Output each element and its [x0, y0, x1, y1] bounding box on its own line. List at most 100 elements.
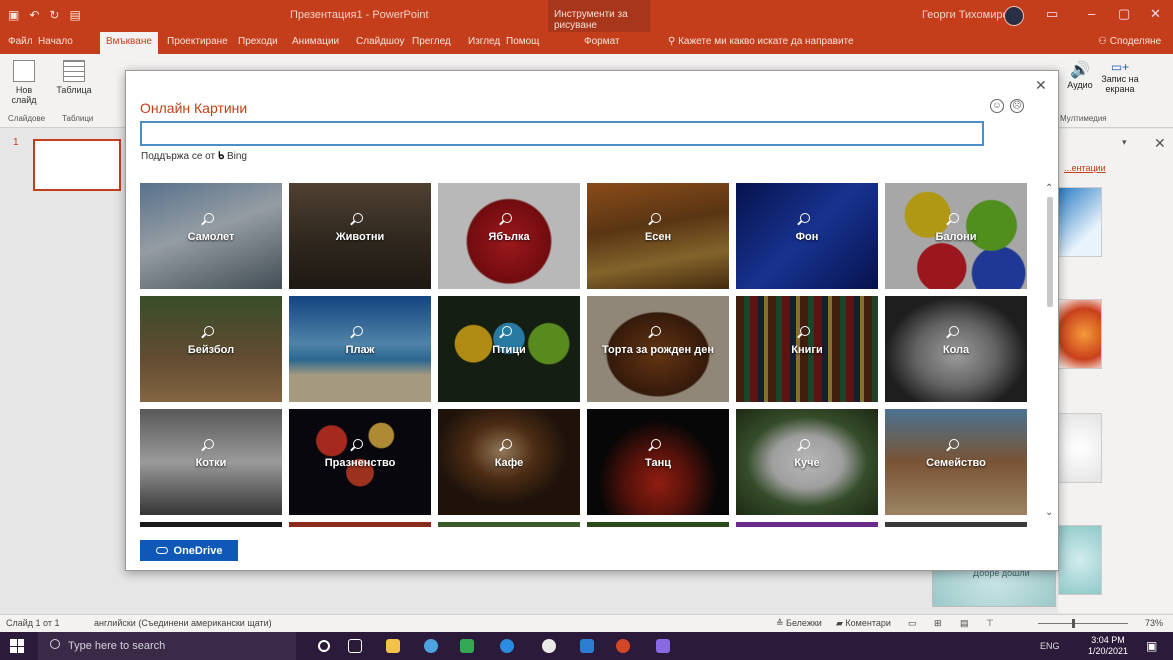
tile-label: Фон — [795, 231, 819, 243]
category-tile[interactable]: Птици — [438, 296, 580, 402]
category-tile[interactable]: Есен — [587, 183, 729, 289]
obs-icon[interactable] — [542, 639, 556, 653]
pane-close-icon[interactable]: ✕ — [1154, 135, 1166, 152]
design-idea-1[interactable] — [1058, 187, 1102, 257]
ribbon-display-options-icon[interactable]: ▭ — [1046, 6, 1058, 22]
close-icon[interactable]: ✕ — [1150, 6, 1161, 22]
design-idea-3[interactable] — [1058, 413, 1102, 483]
category-tile[interactable]: Котки — [140, 409, 282, 515]
zoom-level[interactable]: 73% — [1145, 618, 1163, 628]
category-tile[interactable]: Танц — [587, 409, 729, 515]
tab-home[interactable]: Начало — [38, 36, 73, 47]
start-from-beginning-icon[interactable]: ▤ — [69, 8, 80, 22]
undo-icon[interactable]: ↶ — [29, 8, 39, 22]
category-tile[interactable]: Кафе — [438, 409, 580, 515]
language-indicator[interactable]: английски (Съединени американски щати) — [94, 618, 272, 628]
tab-transitions[interactable]: Преходи — [238, 36, 278, 47]
category-tile-partial[interactable] — [587, 522, 729, 527]
zoom-slider-thumb[interactable] — [1072, 619, 1075, 628]
category-tile-partial[interactable] — [140, 522, 282, 527]
save-icon[interactable]: ▣ — [8, 8, 19, 22]
maximize-icon[interactable]: ▢ — [1118, 6, 1130, 22]
scroll-thumb[interactable] — [1047, 197, 1053, 307]
tab-view[interactable]: Изглед — [468, 36, 500, 47]
chevron-down-icon[interactable]: ▾ — [1122, 137, 1127, 148]
app-icon-green[interactable] — [460, 639, 474, 653]
tab-review[interactable]: Преглед — [412, 36, 451, 47]
reading-view-icon[interactable]: ▤ — [960, 618, 969, 629]
category-tile[interactable]: Кола — [885, 296, 1027, 402]
category-tile[interactable]: Животни — [289, 183, 431, 289]
app-icon-blue[interactable] — [500, 639, 514, 653]
category-tile-partial[interactable] — [885, 522, 1027, 527]
new-slide-button[interactable]: Нов слайд — [8, 58, 40, 105]
tile-label: Танц — [645, 457, 671, 469]
design-ideas-link[interactable]: ...ентации — [1064, 163, 1106, 173]
frown-feedback-icon[interactable]: ☹ — [1010, 99, 1024, 113]
file-explorer-icon[interactable] — [386, 639, 400, 653]
tab-help[interactable]: Помощ — [506, 36, 539, 47]
taskbar-search[interactable]: Type here to search — [38, 632, 296, 660]
app-icon-purple[interactable] — [656, 639, 670, 653]
tab-format[interactable]: Формат — [584, 36, 620, 47]
slideshow-view-icon[interactable]: ⊤ — [986, 618, 994, 629]
comments-button[interactable]: ▰ Коментари — [836, 618, 891, 629]
normal-view-icon[interactable]: ▭ — [908, 618, 917, 629]
audio-button[interactable]: 🔊 Аудио — [1062, 60, 1098, 90]
tell-me-search[interactable]: ⚲ Кажете ми какво искате да направите — [668, 36, 854, 47]
minimize-icon[interactable]: – — [1088, 6, 1095, 21]
tab-file[interactable]: Файл — [8, 36, 33, 47]
dialog-close-icon[interactable]: ✕ — [1035, 77, 1047, 94]
screen-recording-button[interactable]: ▭+ Запис на екрана — [1100, 60, 1140, 94]
onedrive-button[interactable]: OneDrive — [140, 540, 238, 561]
category-tile-partial[interactable] — [289, 522, 431, 527]
context-tab-header: Инструменти за рисуване — [548, 0, 650, 32]
design-idea-4[interactable] — [1058, 525, 1102, 595]
table-button[interactable]: Таблица — [56, 58, 92, 95]
clock-date: 1/20/2021 — [1088, 646, 1129, 656]
category-tile[interactable]: Ябълка — [438, 183, 580, 289]
category-tile[interactable]: Семейство — [885, 409, 1027, 515]
tab-animations[interactable]: Анимации — [292, 36, 339, 47]
redo-icon[interactable]: ↻ — [49, 8, 59, 22]
notes-button[interactable]: ≙ Бележки — [776, 618, 822, 629]
tile-label: Бейзбол — [187, 344, 235, 356]
category-tile[interactable]: Балони — [885, 183, 1027, 289]
scroll-up-icon[interactable]: ⌃ — [1045, 183, 1053, 194]
scroll-down-icon[interactable]: ⌄ — [1045, 507, 1053, 518]
search-input[interactable] — [140, 121, 984, 146]
word-icon[interactable] — [580, 639, 594, 653]
category-tile[interactable]: Торта за рожден ден — [587, 296, 729, 402]
category-tile-partial[interactable] — [438, 522, 580, 527]
task-view-icon[interactable] — [348, 639, 362, 653]
tab-design[interactable]: Проектиране — [167, 36, 228, 47]
edge-icon[interactable] — [424, 639, 438, 653]
tab-insert[interactable]: Вмъкване — [100, 32, 158, 54]
design-idea-2[interactable] — [1058, 299, 1102, 369]
share-button[interactable]: ⚇ Споделяне — [1098, 36, 1161, 47]
powerpoint-icon[interactable] — [616, 639, 630, 653]
category-tile[interactable]: Книги — [736, 296, 878, 402]
windows-start-icon[interactable] — [10, 639, 24, 653]
category-tile[interactable]: Куче — [736, 409, 878, 515]
notification-icon[interactable]: ▣ — [1146, 639, 1157, 653]
grid-scrollbar[interactable]: ⌃ ⌄ — [1044, 183, 1056, 527]
avatar[interactable] — [1004, 6, 1024, 26]
tab-slideshow[interactable]: Слайдшоу — [356, 36, 405, 47]
zoom-slider[interactable] — [1038, 623, 1128, 624]
cortana-icon[interactable] — [318, 640, 330, 652]
category-tile-partial[interactable] — [736, 522, 878, 527]
category-tile[interactable]: Фон — [736, 183, 878, 289]
category-tile[interactable]: Самолет — [140, 183, 282, 289]
smile-feedback-icon[interactable]: ☺ — [990, 99, 1004, 113]
slide-thumbnail[interactable] — [33, 139, 121, 191]
slide-sorter-icon[interactable]: ⊞ — [934, 618, 942, 629]
user-name[interactable]: Георги Тихомиров — [922, 9, 1014, 21]
clock[interactable]: 3:04 PM 1/20/2021 — [1088, 635, 1128, 657]
category-tile[interactable]: Плаж — [289, 296, 431, 402]
category-tile[interactable]: Бейзбол — [140, 296, 282, 402]
tray-language[interactable]: ENG — [1040, 641, 1060, 651]
audio-label: Аудио — [1067, 80, 1093, 90]
category-tile[interactable]: Празненство — [289, 409, 431, 515]
search-icon — [502, 326, 512, 336]
